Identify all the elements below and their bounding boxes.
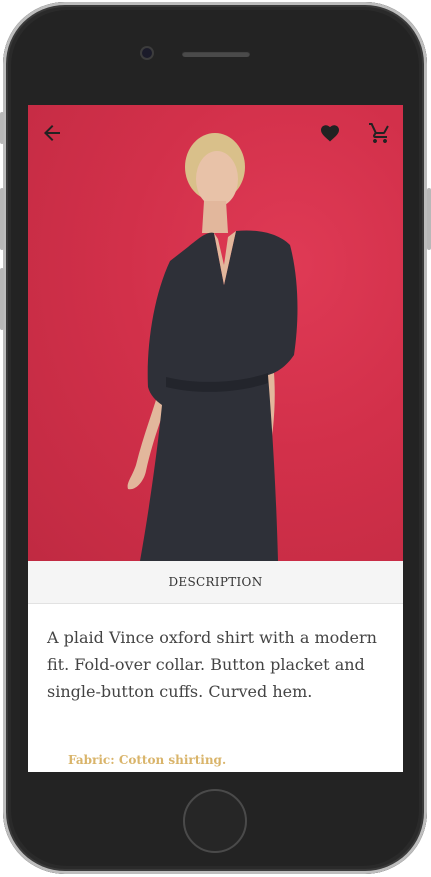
heart-icon [321,125,339,142]
product-hero-image [28,105,403,561]
model-in-dress-photo [127,133,298,561]
description-tab-label: DESCRIPTION [168,575,263,589]
back-button[interactable] [40,121,64,145]
app-screen: DESCRIPTION A plaid Vince oxford shirt w… [28,105,403,772]
mute-switch [0,112,4,144]
fabric-info: Fabric: Cotton shirting. [68,753,227,767]
power-button [427,188,431,250]
shopping-cart-icon [369,123,389,143]
cart-button[interactable] [368,121,392,145]
arrow-left-icon [44,125,60,141]
volume-down-button [0,268,4,330]
front-camera [142,48,152,58]
volume-up-button [0,188,4,250]
product-description: A plaid Vince oxford shirt with a modern… [47,628,377,701]
favorite-button[interactable] [318,121,342,145]
home-button[interactable] [183,789,247,853]
description-tab[interactable]: DESCRIPTION [28,561,403,604]
earpiece-speaker [182,51,250,57]
